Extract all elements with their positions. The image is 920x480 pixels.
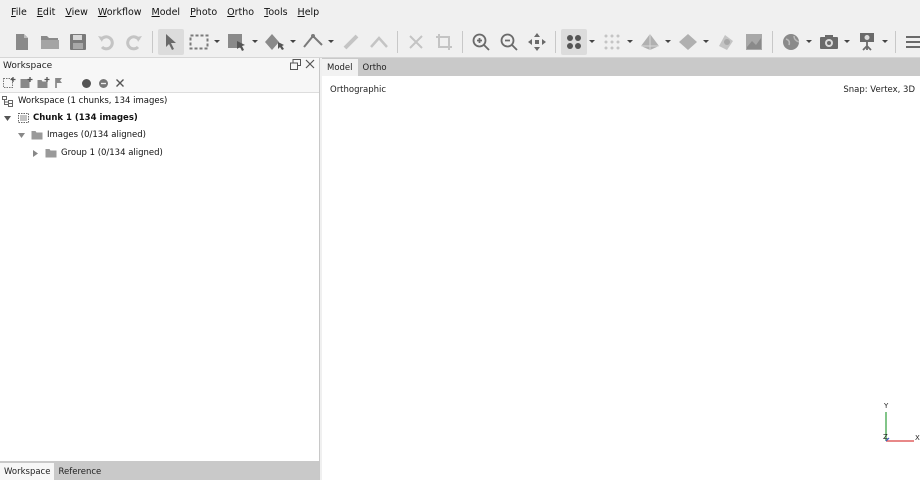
toolbar-separator [462,30,463,53]
projection-mode-label: Orthographic [330,85,387,95]
menu-view[interactable]: View [60,0,93,26]
workspace-toolbar [0,74,319,92]
menu-file[interactable]: File [6,0,32,26]
undo-icon[interactable] [93,29,119,55]
remove-icon[interactable] [113,76,127,90]
draw-shape-icon[interactable] [262,29,288,55]
tiled-model-icon[interactable] [675,29,701,55]
draw-shape-dropdown[interactable] [289,29,297,55]
menu-tools[interactable]: Tools [259,0,292,26]
add-chunk-icon[interactable] [2,76,16,90]
snap-status-label: Snap: Vertex, 3D [843,85,915,95]
globe-icon[interactable] [778,29,804,55]
chevron-right-icon[interactable] [31,149,39,157]
disable-icon[interactable] [96,76,110,90]
tiled-model-dropdown[interactable] [702,29,710,55]
zoom-out-icon[interactable] [496,29,522,55]
shape-selection-dropdown[interactable] [251,29,259,55]
globe-dropdown[interactable] [805,29,813,55]
redo-icon[interactable] [121,29,147,55]
workspace-root-label: Workspace (1 chunks, 134 images) [18,96,168,106]
axis-y-label: Y [883,402,889,410]
toolbar-separator [895,30,896,53]
show-cameras-dropdown[interactable] [881,29,889,55]
folder-icon [31,130,43,140]
camera-dropdown[interactable] [843,29,851,55]
toolbar-separator [397,30,398,53]
axis-x-label: X [915,434,920,442]
group-label: Group 1 (0/134 aligned) [61,148,163,158]
delete-icon[interactable] [403,29,429,55]
toolbar-separator [152,30,153,53]
tab-workspace[interactable]: Workspace [0,463,55,480]
menu-bar: File Edit View Workflow Model Photo Orth… [0,0,920,26]
add-marker-icon[interactable] [53,76,67,90]
close-panel-icon[interactable] [305,59,315,73]
menu-ortho[interactable]: Ortho [222,0,259,26]
camera-icon[interactable] [816,29,842,55]
tree-row-group[interactable]: Group 1 (0/134 aligned) [31,145,163,161]
show-cameras-icon[interactable] [854,29,880,55]
axis-z-label: Z [883,433,888,441]
ruler-icon[interactable] [300,29,326,55]
mesh-dropdown[interactable] [664,29,672,55]
shape-selection-icon[interactable] [224,29,250,55]
axis-gizmo: Y Z X [883,402,920,442]
tab-model[interactable]: Model [322,59,358,76]
workspace-panel: Workspace Workspace (1 chunks, 134 image… [0,58,320,480]
zoom-in-icon[interactable] [468,29,494,55]
menu-workflow[interactable]: Workflow [93,0,147,26]
workspace-toolbar-separator [70,76,76,90]
chunk-label: Chunk 1 (134 images) [33,113,138,123]
model-viewport[interactable]: Orthographic Snap: Vertex, 3D Y Z X [322,76,920,480]
point-cloud-dropdown[interactable] [588,29,596,55]
toolbar-separator [772,30,773,53]
workspace-panel-title: Workspace [3,61,53,71]
rectangle-selection-dropdown[interactable] [213,29,221,55]
enable-icon[interactable] [79,76,93,90]
ruler-dropdown[interactable] [327,29,335,55]
workspace-panel-header: Workspace [0,58,319,74]
images-label: Images (0/134 aligned) [47,130,146,140]
workspace-tree: Workspace (1 chunks, 134 images) Chunk 1… [0,92,319,461]
menu-help[interactable]: Help [293,0,325,26]
menu-icon[interactable] [901,29,920,55]
main-toolbar [0,26,920,58]
save-icon[interactable] [65,29,91,55]
tree-row-workspace[interactable]: Workspace (1 chunks, 134 images) [2,93,167,109]
chevron-down-icon[interactable] [3,114,11,122]
measure-angle-icon[interactable] [338,29,364,55]
navigation-arrow-icon[interactable] [158,28,184,55]
menu-edit[interactable]: Edit [32,0,60,26]
menu-photo[interactable]: Photo [185,0,222,26]
point-cloud-icon[interactable] [561,28,587,55]
new-document-icon[interactable] [9,29,35,55]
menu-model[interactable]: Model [147,0,186,26]
tab-reference[interactable]: Reference [54,463,105,480]
rectangle-selection-icon[interactable] [186,29,212,55]
chunk-icon [17,113,29,123]
dem-icon[interactable] [741,29,767,55]
add-photos-icon[interactable] [19,76,33,90]
crop-icon[interactable] [431,29,457,55]
view-tabs: Model Ortho [322,58,920,76]
open-folder-icon[interactable] [37,29,63,55]
folder-icon [45,148,57,158]
workspace-bottom-tabs: Workspace Reference [0,461,319,480]
reset-view-icon[interactable] [524,29,550,55]
polyline-icon[interactable] [366,29,392,55]
mesh-icon[interactable] [637,29,663,55]
add-folder-icon[interactable] [36,76,50,90]
sparse-cloud-dropdown[interactable] [626,29,634,55]
texture-icon[interactable] [713,29,739,55]
undock-icon[interactable] [290,59,301,73]
workspace-icon [2,95,14,107]
tree-row-chunk[interactable]: Chunk 1 (134 images) [3,110,138,126]
tree-row-images[interactable]: Images (0/134 aligned) [17,127,146,143]
sparse-cloud-icon[interactable] [599,29,625,55]
toolbar-separator [555,30,556,53]
chevron-down-icon[interactable] [17,131,25,139]
tab-ortho[interactable]: Ortho [358,59,392,76]
